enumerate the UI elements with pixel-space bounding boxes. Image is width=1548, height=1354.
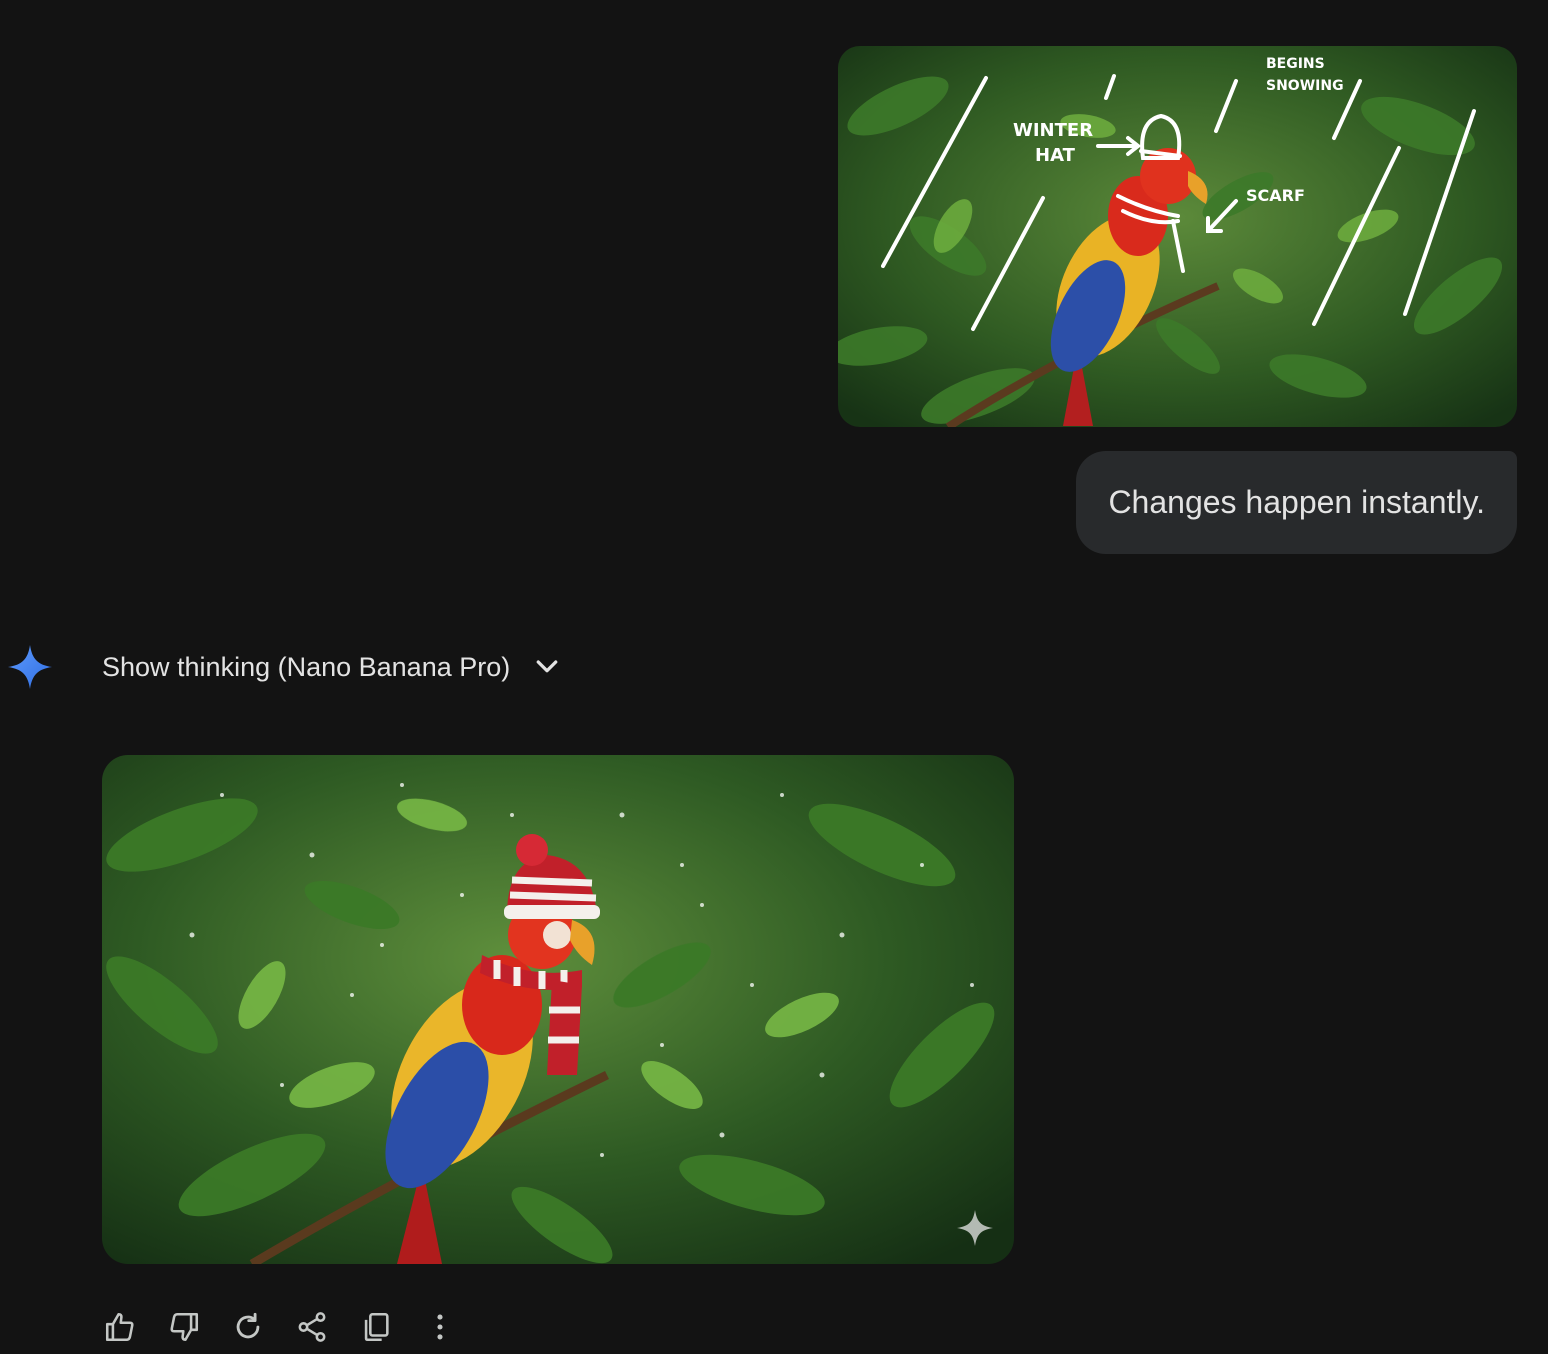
chat-page: WINTER HAT BEGINS SNOWING SCARF Changes … bbox=[0, 0, 1548, 1354]
show-thinking-toggle[interactable]: Show thinking (Nano Banana Pro) bbox=[102, 640, 562, 694]
annotated-parrot-image: WINTER HAT BEGINS SNOWING SCARF bbox=[838, 46, 1517, 427]
thumbs-up-icon bbox=[105, 1312, 134, 1342]
copy-button[interactable] bbox=[353, 1304, 399, 1350]
user-message-text: Changes happen instantly. bbox=[1108, 484, 1485, 520]
redo-icon bbox=[236, 1312, 260, 1339]
show-thinking-label: Show thinking (Nano Banana Pro) bbox=[102, 651, 511, 682]
user-message-bubble: Changes happen instantly. bbox=[1076, 451, 1517, 554]
svg-text:SCARF: SCARF bbox=[1246, 186, 1305, 205]
chevron-down-icon bbox=[536, 660, 558, 673]
svg-text:HAT: HAT bbox=[1035, 145, 1076, 166]
redo-button[interactable] bbox=[225, 1304, 271, 1350]
thumbs-down-icon bbox=[170, 1312, 199, 1342]
thumbs-down-button[interactable] bbox=[161, 1304, 207, 1350]
gemini-sparkle-icon bbox=[8, 645, 52, 689]
parrot-in-winter-gear-image bbox=[102, 755, 1014, 1264]
copy-icon bbox=[364, 1312, 389, 1342]
more-options-icon bbox=[437, 1314, 443, 1340]
share-icon bbox=[298, 1312, 326, 1342]
generated-image[interactable] bbox=[102, 755, 1014, 1264]
user-uploaded-image[interactable]: WINTER HAT BEGINS SNOWING SCARF bbox=[838, 46, 1517, 427]
response-actions bbox=[97, 1304, 481, 1350]
more-options-button[interactable] bbox=[417, 1304, 463, 1350]
svg-text:WINTER: WINTER bbox=[1013, 120, 1093, 141]
svg-text:SNOWING: SNOWING bbox=[1266, 78, 1344, 94]
svg-text:BEGINS: BEGINS bbox=[1266, 56, 1325, 72]
share-button[interactable] bbox=[289, 1304, 335, 1350]
thumbs-up-button[interactable] bbox=[97, 1304, 143, 1350]
